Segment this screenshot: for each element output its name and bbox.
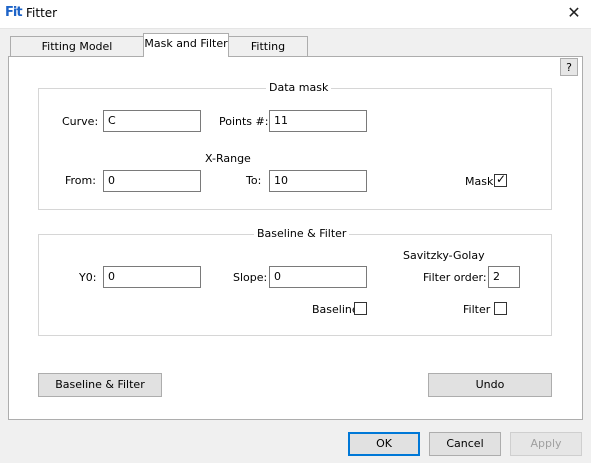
tab-fitting-model-parameters[interactable]: Fitting Model Parameters [10, 36, 144, 72]
from-input[interactable]: 0 [103, 170, 201, 192]
to-input[interactable]: 10 [269, 170, 367, 192]
slope-input[interactable]: 0 [269, 266, 367, 288]
to-label: To: [246, 174, 262, 187]
data-mask-title: Data mask [266, 81, 332, 94]
baseline-filter-title: Baseline & Filter [254, 227, 350, 240]
slope-label: Slope: [233, 271, 268, 284]
x-range-label: X-Range [205, 152, 251, 165]
tab-fitting-options[interactable]: Fitting Options [228, 36, 308, 72]
curve-input[interactable]: C [103, 110, 201, 132]
app-icon: Fit [5, 5, 23, 20]
tab-mask-and-filter[interactable]: Mask and Filter [143, 33, 229, 57]
close-icon[interactable]: ✕ [562, 2, 586, 24]
help-button[interactable]: ? [560, 58, 578, 76]
title-bar [0, 0, 591, 29]
mask-checkbox[interactable]: ✓ [494, 172, 507, 187]
undo-button[interactable]: Undo [428, 373, 552, 397]
filter-order-input[interactable]: 2 [488, 266, 520, 288]
apply-button[interactable]: Apply [510, 432, 582, 456]
ok-button[interactable]: OK [348, 432, 420, 456]
filter-checkbox[interactable] [494, 302, 507, 315]
baseline-label: Baseline [312, 303, 359, 316]
savitzky-golay-label: Savitzky-Golay [403, 249, 485, 262]
mask-label: Mask [465, 175, 494, 188]
points-input[interactable]: 11 [269, 110, 367, 132]
window-title: Fitter [26, 6, 58, 20]
cancel-button[interactable]: Cancel [429, 432, 501, 456]
checkmark-icon: ✓ [496, 172, 507, 186]
y0-label: Y0: [79, 271, 97, 284]
points-label: Points #: [219, 115, 269, 128]
filter-label: Filter [463, 303, 491, 316]
filter-order-label: Filter order: [423, 271, 487, 284]
baseline-checkbox[interactable] [354, 302, 367, 315]
curve-label: Curve: [62, 115, 99, 128]
from-label: From: [65, 174, 96, 187]
y0-input[interactable]: 0 [103, 266, 201, 288]
baseline-filter-button[interactable]: Baseline & Filter [38, 373, 162, 397]
